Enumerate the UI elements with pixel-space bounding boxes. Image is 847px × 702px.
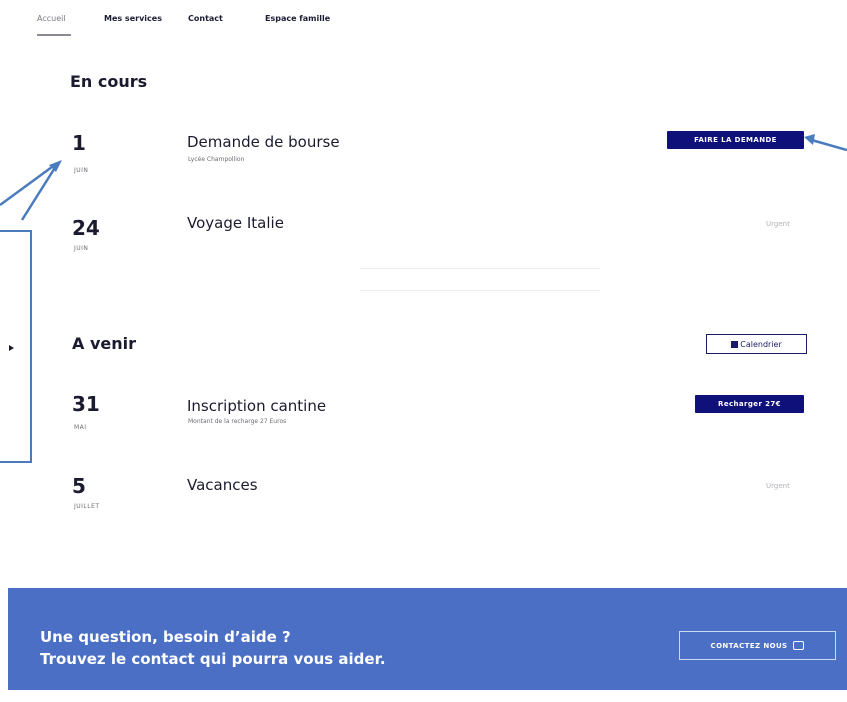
footer-question: Une question, besoin d’aide ? xyxy=(40,628,291,646)
divider xyxy=(360,290,600,291)
event-subtitle: Lycée Champollion xyxy=(188,156,245,163)
recharger-button[interactable]: Recharger 27€ xyxy=(695,395,804,413)
faire-la-demande-button[interactable]: FAIRE LA DEMANDE xyxy=(667,131,804,149)
nav-item-mes-services[interactable]: Mes services xyxy=(104,14,162,23)
event-day: 5 xyxy=(72,474,86,498)
event-month: MAI xyxy=(74,424,87,431)
section-title-en-cours: En cours xyxy=(70,72,148,91)
event-subtitle: Montant de la recharge 27 Euros xyxy=(188,418,287,425)
contact-us-label: CONTACTEZ NOUS xyxy=(710,641,788,650)
event-month: JUILLET xyxy=(74,503,100,510)
footer-subtext: Trouvez le contact qui pourra vous aider… xyxy=(40,650,386,668)
nav-item-accueil[interactable]: Accueil xyxy=(37,14,66,23)
contact-us-button[interactable]: CONTACTEZ NOUS xyxy=(679,631,836,660)
section-title-a-venir: A venir xyxy=(72,334,136,353)
event-day: 31 xyxy=(72,392,100,416)
divider xyxy=(360,268,600,269)
status-text: Urgent xyxy=(766,220,790,228)
event-title: Vacances xyxy=(187,476,258,494)
status-text: Urgent xyxy=(766,482,790,490)
annotation-box-left xyxy=(0,230,32,463)
calendar-button-label: Calendrier xyxy=(740,339,782,349)
event-title: Demande de bourse xyxy=(187,133,340,151)
top-nav: Accueil Mes services Contact Espace fami… xyxy=(0,0,847,40)
event-title: Voyage Italie xyxy=(187,214,284,232)
event-month: JUIN xyxy=(74,245,89,252)
annotation-line-left-2 xyxy=(20,165,58,221)
help-footer: Une question, besoin d’aide ? Trouvez le… xyxy=(8,588,847,690)
calendar-button[interactable]: Calendrier xyxy=(706,334,807,354)
annotation-line-right xyxy=(807,137,847,152)
event-title: Inscription cantine xyxy=(187,397,327,415)
event-month: JUIN xyxy=(74,167,89,174)
calendar-icon xyxy=(731,340,739,348)
nav-item-contact[interactable]: Contact xyxy=(188,14,223,23)
annotation-line-left-1 xyxy=(0,162,57,207)
annotation-arrowhead-left xyxy=(49,160,62,172)
annotation-arrowhead-right xyxy=(804,134,815,145)
nav-active-underline xyxy=(37,34,71,36)
event-day: 24 xyxy=(72,216,100,240)
event-day: 1 xyxy=(72,131,86,155)
nav-item-espace-famille[interactable]: Espace famille xyxy=(265,14,330,23)
chat-icon xyxy=(793,641,805,650)
